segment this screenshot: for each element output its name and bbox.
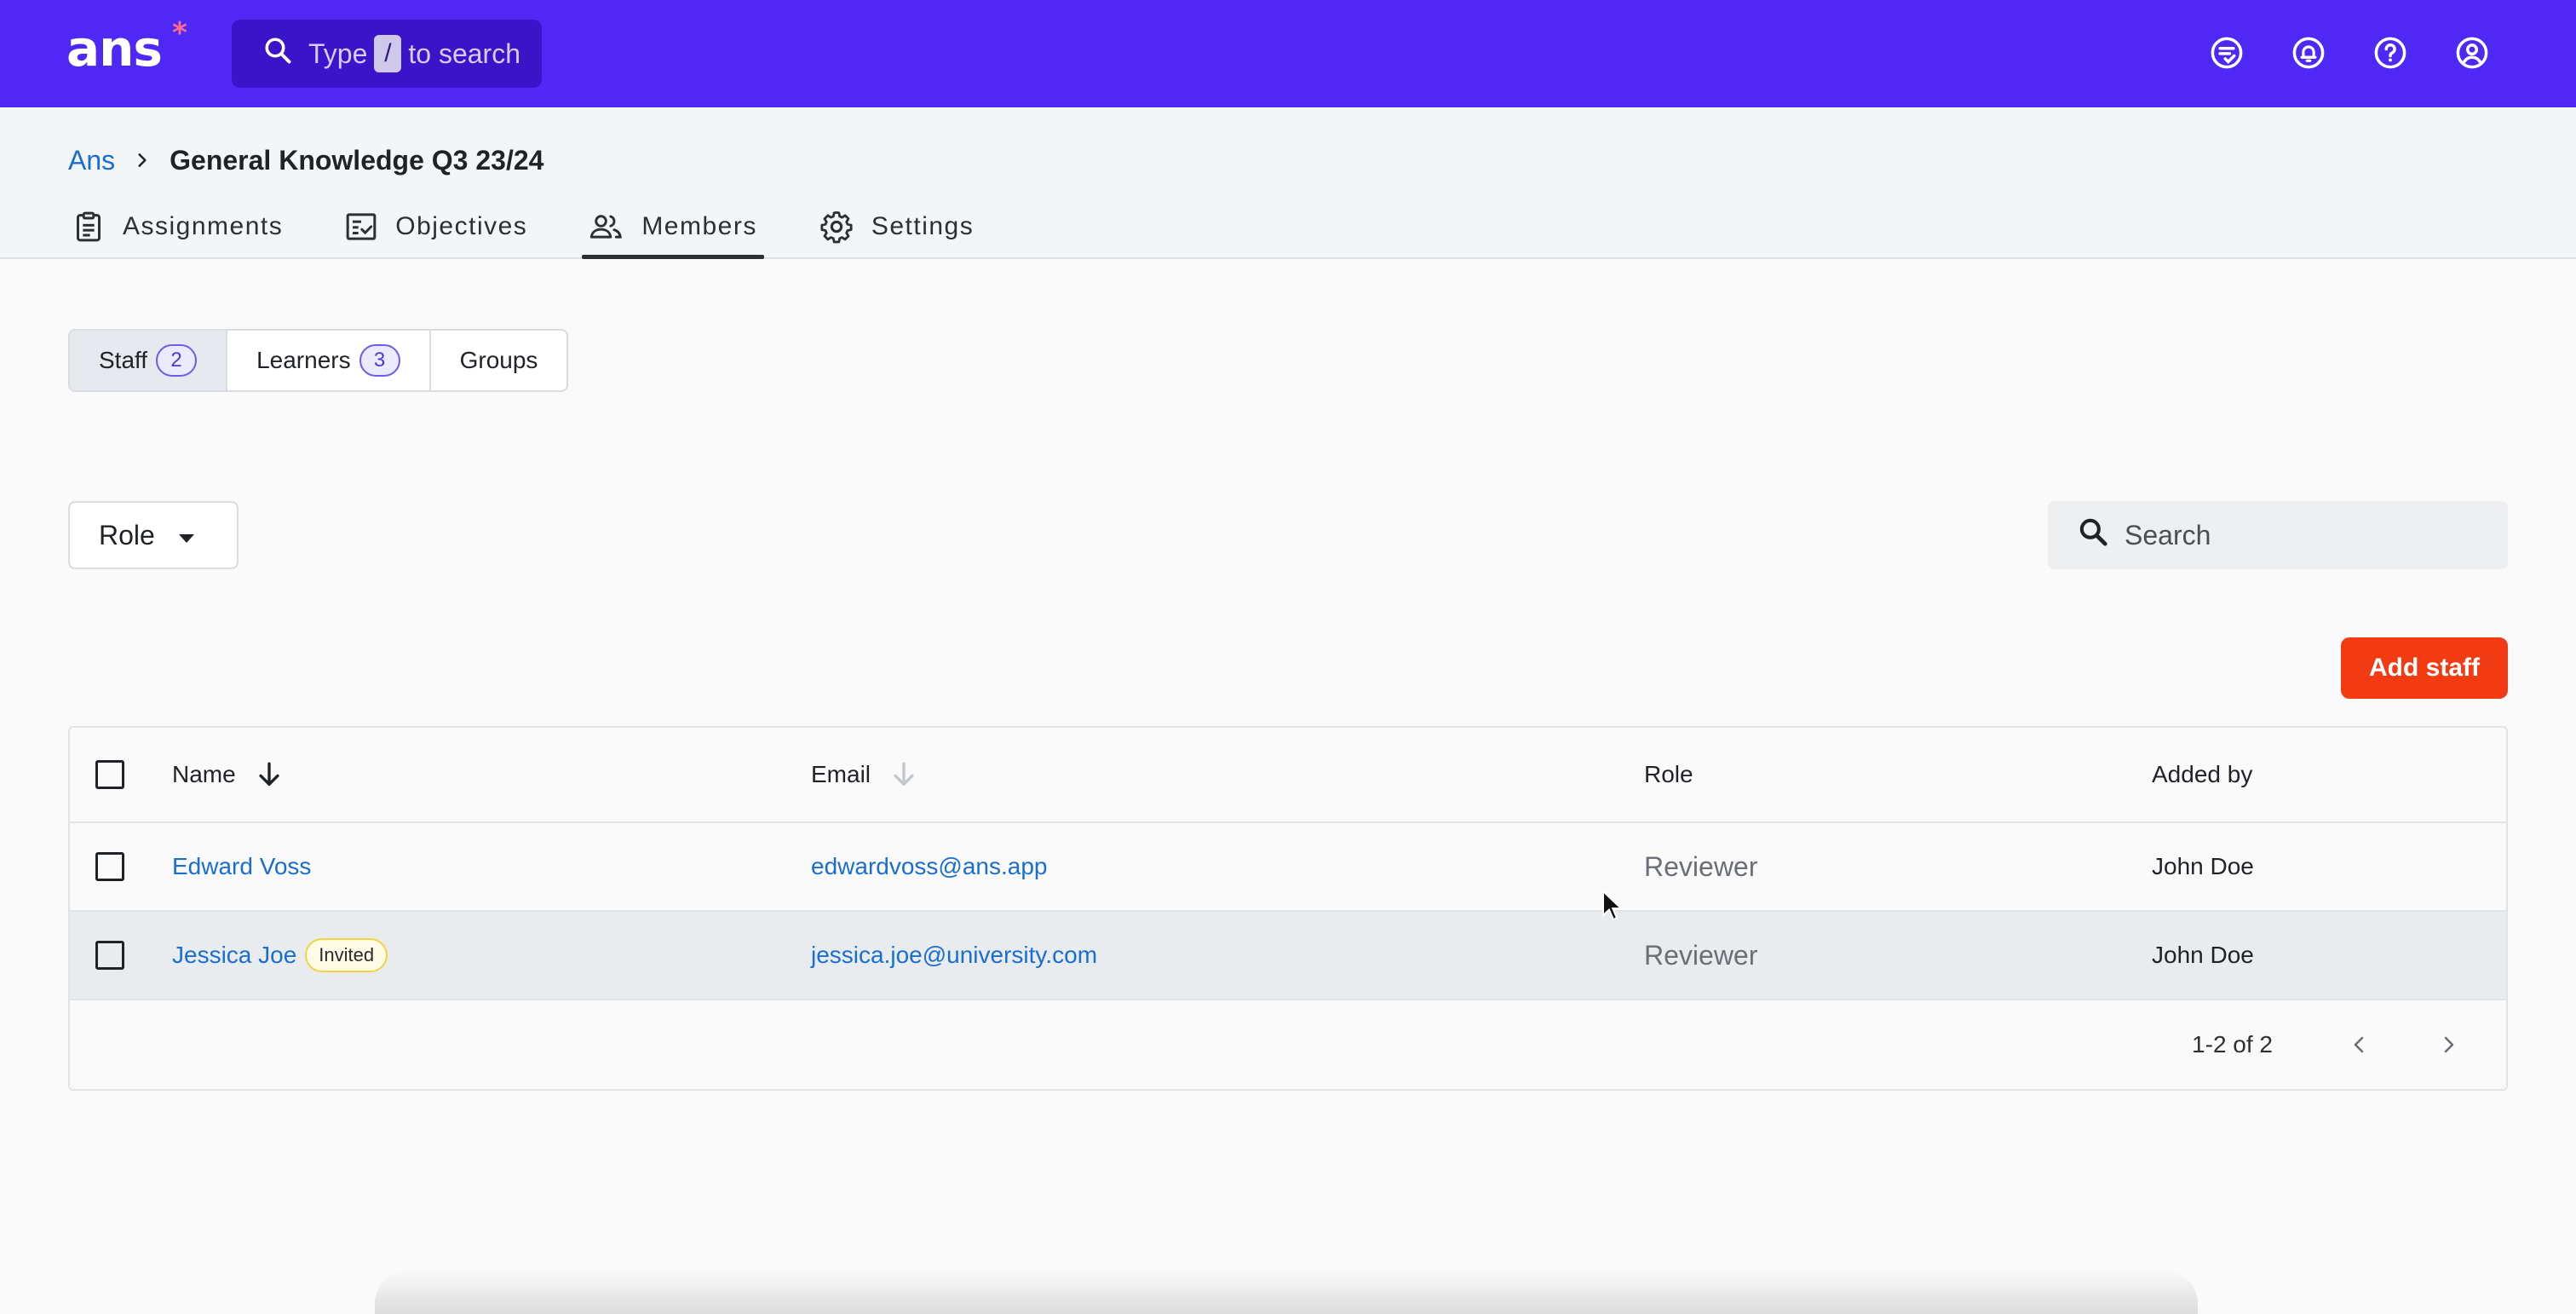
member-added-by: John Doe xyxy=(2152,942,2254,968)
mouse-cursor-icon xyxy=(1601,889,1624,926)
tab-label: Objectives xyxy=(395,212,528,240)
member-role: Reviewer xyxy=(1644,939,1758,971)
search-hint-suffix: to search xyxy=(408,37,520,69)
table-header-row: Name Email Role Added by xyxy=(70,728,2506,823)
tab-assignments[interactable]: Assignments xyxy=(68,196,286,257)
arrow-down-icon xyxy=(255,760,284,789)
segment-learners[interactable]: Learners 3 xyxy=(227,331,431,390)
segment-groups[interactable]: Groups xyxy=(431,331,567,390)
add-staff-button[interactable]: Add staff xyxy=(2341,637,2508,699)
count-badge: 2 xyxy=(156,344,198,377)
breadcrumb-current: General Knowledge Q3 23/24 xyxy=(170,144,544,176)
ans-logo[interactable]: ans xyxy=(66,19,163,78)
member-email-link[interactable]: jessica.joe@university.com xyxy=(811,942,1097,969)
segment-label: Groups xyxy=(459,347,538,373)
caret-down-icon xyxy=(177,520,196,551)
segment-staff[interactable]: Staff 2 xyxy=(70,331,228,390)
course-tabs: Assignments Objectives Members Settings xyxy=(68,196,1032,259)
role-filter-label: Role xyxy=(99,519,155,550)
invited-badge: Invited xyxy=(305,938,388,972)
breadcrumb: Ans General Knowledge Q3 23/24 xyxy=(68,140,543,181)
chevron-right-icon[interactable] xyxy=(2424,1021,2472,1069)
bell-icon[interactable] xyxy=(2285,29,2332,77)
row-checkbox[interactable] xyxy=(95,852,124,881)
table-row[interactable]: Jessica Joe Invited jessica.joe@universi… xyxy=(70,912,2506,1000)
checklist-icon xyxy=(346,213,377,240)
search-icon xyxy=(2077,516,2109,555)
member-role: Reviewer xyxy=(1644,850,1758,882)
row-checkbox[interactable] xyxy=(95,941,124,970)
slash-key: / xyxy=(374,35,402,72)
chevron-right-icon xyxy=(134,152,151,169)
arrow-down-icon xyxy=(889,760,918,789)
pagination: 1-2 of 2 xyxy=(2192,1000,2472,1089)
tab-settings[interactable]: Settings xyxy=(815,196,977,257)
member-name-link[interactable]: Edward Voss xyxy=(172,853,311,880)
column-header-role: Role xyxy=(1644,761,1693,787)
tab-members[interactable]: Members xyxy=(582,196,764,259)
select-all-checkbox[interactable] xyxy=(95,760,124,789)
course-header: Ans General Knowledge Q3 23/24 Assignmen… xyxy=(0,107,2576,259)
search-icon xyxy=(262,35,293,72)
segment-label: Learners xyxy=(256,347,351,373)
tab-label: Assignments xyxy=(123,212,284,240)
top-icon-group xyxy=(2203,29,2496,77)
member-search xyxy=(2048,501,2508,569)
column-header-added-by: Added by xyxy=(2152,761,2253,787)
member-email-link[interactable]: edwardvoss@ans.app xyxy=(811,853,1047,880)
tab-label: Members xyxy=(641,212,757,240)
people-icon xyxy=(590,215,623,239)
search-input[interactable] xyxy=(2125,519,2482,551)
column-header-email[interactable]: Email xyxy=(811,728,918,821)
column-header-name[interactable]: Name xyxy=(172,728,284,821)
help-icon[interactable] xyxy=(2366,29,2414,77)
global-search-button[interactable]: Type / to search xyxy=(232,20,542,88)
role-filter-dropdown[interactable]: Role xyxy=(68,501,239,569)
tab-objectives[interactable]: Objectives xyxy=(341,196,531,257)
breadcrumb-root-link[interactable]: Ans xyxy=(68,145,115,176)
gear-icon xyxy=(820,210,853,244)
member-name-link[interactable]: Jessica Joe xyxy=(172,942,296,969)
table-row[interactable]: Edward Voss edwardvoss@ans.app Reviewer … xyxy=(70,823,2506,912)
staff-table: Name Email Role Added by Edward Voss edw… xyxy=(68,726,2508,1091)
member-added-by: John Doe xyxy=(2152,853,2254,879)
bottom-shadow xyxy=(375,1270,2198,1314)
pagination-range: 1-2 of 2 xyxy=(2192,1031,2273,1058)
member-type-segment: Staff 2 Learners 3 Groups xyxy=(68,329,569,392)
clipboard-icon xyxy=(77,211,101,242)
chevron-left-icon[interactable] xyxy=(2336,1021,2383,1069)
tasks-icon[interactable] xyxy=(2203,29,2251,77)
search-hint-prefix: Type xyxy=(308,37,368,69)
account-icon[interactable] xyxy=(2448,29,2496,77)
top-bar: ans * Type / to search xyxy=(0,0,2576,107)
count-badge: 3 xyxy=(359,344,400,377)
logo-star: * xyxy=(172,16,187,50)
tab-label: Settings xyxy=(871,212,975,240)
segment-label: Staff xyxy=(99,347,148,373)
